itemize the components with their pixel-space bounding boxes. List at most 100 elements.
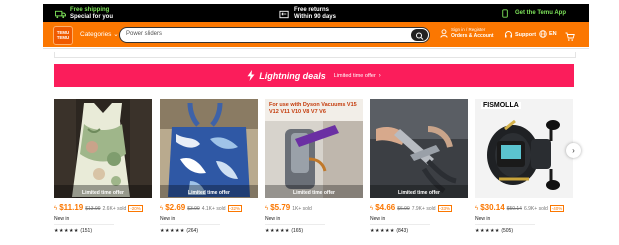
- promo-line1: Free returns: [294, 7, 330, 13]
- product-image[interactable]: For use with Dyson Vacuums V15 V12 V11 V…: [265, 99, 363, 198]
- new-in-tag: New in: [265, 216, 281, 222]
- divider: [265, 224, 325, 225]
- limited-time-label: Limited time offer: [333, 72, 376, 79]
- price: $2.69: [165, 203, 186, 212]
- chevron-right-icon: ›: [378, 72, 381, 79]
- brand-label: FISMOLLA: [481, 102, 521, 109]
- review-count: (165): [291, 228, 303, 234]
- product-card[interactable]: FISMOLLA ϟ $30.14 $50.14 6.9K+ sold -40%…: [475, 99, 573, 234]
- product-card[interactable]: Limited time offer ϟ $4.66 $6.99 7.9K+ s…: [370, 99, 468, 234]
- phone-icon: [502, 9, 508, 18]
- search-input[interactable]: Power sliders: [126, 31, 162, 37]
- search-button[interactable]: [411, 29, 428, 41]
- review-count: (843): [396, 228, 408, 234]
- stars-icon: ★★★★★: [160, 228, 185, 234]
- rating: ★★★★★ (151): [54, 228, 152, 234]
- promo-line2: Within 90 days: [294, 14, 336, 20]
- sold-count: 6.9K+ sold: [523, 206, 548, 212]
- discount-badge: -20%: [128, 205, 143, 212]
- account-menu[interactable]: Sign in / Register Orders & Account: [440, 27, 494, 39]
- tote-bag-image: [160, 99, 258, 198]
- support-label: Support: [515, 31, 537, 38]
- return-box-icon: [279, 10, 289, 18]
- product-card[interactable]: Limited time offer ϟ $11.19 $13.99 2.6K+…: [54, 99, 152, 234]
- cart-icon: [565, 32, 575, 41]
- lightning-icon: [247, 70, 255, 81]
- product-image[interactable]: Limited time offer: [370, 99, 468, 198]
- price-row: ϟ $11.19 $13.99 2.6K+ sold -20%: [54, 203, 152, 212]
- stars-icon: ★★★★★: [54, 228, 79, 234]
- product-image[interactable]: Limited time offer: [160, 99, 258, 198]
- user-icon: [440, 28, 448, 38]
- lightning-icon: ϟ: [475, 206, 479, 212]
- dress-image: [54, 99, 152, 198]
- lightning-icon: ϟ: [54, 206, 58, 212]
- price-value: 4.66: [379, 203, 396, 212]
- chevron-down-icon: ⌄: [113, 31, 119, 38]
- lightning-icon: ϟ: [160, 206, 164, 212]
- language-selector[interactable]: EN: [539, 30, 557, 38]
- price-row: ϟ $2.69 $3.99 4.1K+ sold -32%: [160, 203, 258, 212]
- price: $11.19: [59, 203, 84, 212]
- discount-badge: -40%: [549, 205, 565, 212]
- divider: [160, 224, 220, 225]
- cart-button[interactable]: [565, 29, 575, 47]
- new-in-tag: New in: [370, 216, 386, 222]
- categories-menu[interactable]: Categories ⌄: [80, 30, 119, 38]
- temu-logo[interactable]: TEMU TEMU: [53, 26, 73, 45]
- divider: [54, 224, 114, 225]
- original-price: $6.99: [397, 206, 410, 212]
- search-icon: [416, 32, 424, 40]
- free-shipping-promo[interactable]: Free shipping Special for you: [55, 7, 113, 21]
- lightning-title: Lightning deals: [259, 70, 326, 81]
- rating: ★★★★★ (505): [475, 228, 573, 234]
- new-in-tag: New in: [160, 216, 176, 222]
- lightning-icon: ϟ: [370, 206, 374, 212]
- promo-line1: Get the Temu App: [515, 10, 566, 16]
- globe-icon: [539, 30, 547, 38]
- carousel-next-button[interactable]: ›: [566, 143, 581, 158]
- stars-icon: ★★★★★: [475, 228, 500, 234]
- free-returns-promo[interactable]: Free returns Within 90 days: [279, 7, 336, 21]
- product-image[interactable]: Limited time offer: [54, 99, 152, 198]
- sold-count: 2.6K+ sold: [102, 206, 127, 212]
- language-label: EN: [549, 31, 557, 37]
- price-value: 5.79: [274, 203, 291, 212]
- content-strip: [54, 52, 576, 58]
- review-count: (505): [501, 228, 513, 234]
- price-value: 30.14: [484, 203, 505, 212]
- divider: [475, 224, 535, 225]
- price: $5.79: [270, 203, 291, 212]
- lightning-icon: ϟ: [265, 206, 269, 212]
- truck-icon: [55, 10, 66, 18]
- account-line2: Orders & Account: [451, 33, 494, 39]
- promo-line1: Free shipping: [70, 7, 110, 13]
- cutter-image: [370, 99, 468, 198]
- promo-bar: Free shipping Special for you Free return…: [43, 4, 589, 22]
- rating: ★★★★★ (264): [160, 228, 258, 234]
- limited-time-badge: Limited time offer: [188, 190, 230, 196]
- review-count: (264): [186, 228, 198, 234]
- product-card[interactable]: Limited time offer ϟ $2.69 $3.99 4.1K+ s…: [160, 99, 258, 234]
- price: $30.14: [480, 203, 505, 212]
- sold-count: 1K+ sold: [292, 206, 312, 212]
- header: TEMU TEMU Categories ⌄ Power sliders Sig…: [43, 22, 589, 47]
- price-row: ϟ $4.66 $6.99 7.9K+ sold -33%: [370, 203, 468, 212]
- price: $4.66: [375, 203, 396, 212]
- stars-icon: ★★★★★: [370, 228, 395, 234]
- get-app-promo[interactable]: Get the Temu App: [500, 9, 566, 18]
- limited-time-badge: Limited time offer: [82, 190, 124, 196]
- discount-badge: -33%: [437, 205, 453, 212]
- search-box[interactable]: Power sliders: [119, 27, 430, 43]
- new-in-tag: New in: [475, 216, 491, 222]
- stars-icon: ★★★★★: [265, 228, 290, 234]
- original-price: $13.99: [85, 206, 101, 212]
- lightning-deals-banner[interactable]: Lightning deals Limited time offer ›: [54, 64, 574, 87]
- original-price: $50.14: [506, 206, 522, 212]
- support-link[interactable]: Support: [504, 30, 536, 39]
- review-count: (151): [80, 228, 92, 234]
- discount-badge: -32%: [227, 205, 243, 212]
- product-card[interactable]: For use with Dyson Vacuums V15 V12 V11 V…: [265, 99, 363, 234]
- product-image[interactable]: FISMOLLA: [475, 99, 573, 198]
- rating: ★★★★★ (843): [370, 228, 468, 234]
